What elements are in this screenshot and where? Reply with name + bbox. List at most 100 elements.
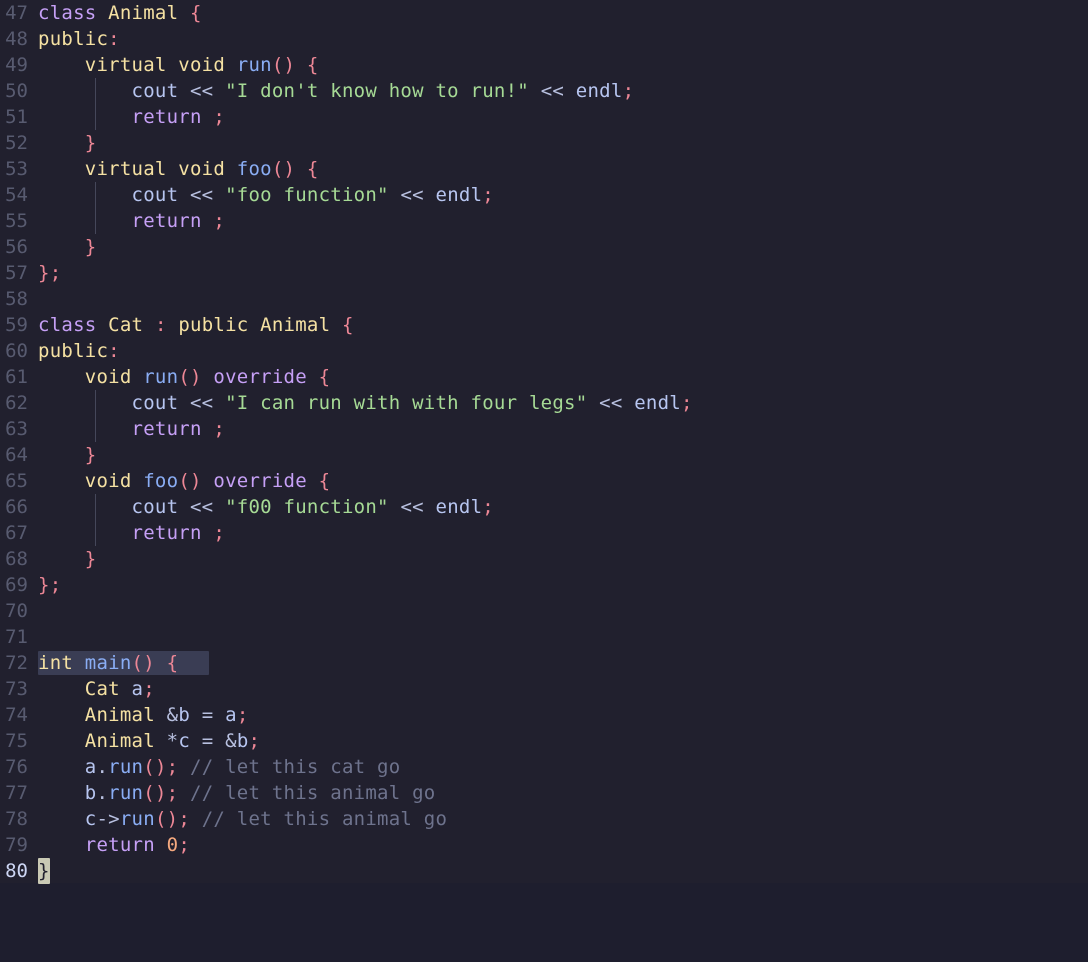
line-number: 53 xyxy=(5,158,28,180)
line-number: 73 xyxy=(5,678,28,700)
line-content: cout << "foo function" << endl; xyxy=(131,184,494,206)
line-content: return ; xyxy=(131,106,226,128)
line-content: return ; xyxy=(131,418,226,440)
line-number: 78 xyxy=(5,808,28,830)
line-content: Cat a; xyxy=(84,678,155,700)
line-number: 58 xyxy=(5,288,28,310)
code-line[interactable]: 71 xyxy=(0,624,1088,650)
text-cursor[interactable]: } xyxy=(38,858,50,884)
line-number: 70 xyxy=(5,600,28,622)
line-number: 52 xyxy=(5,132,28,154)
code-line[interactable]: 65 void foo() override { xyxy=(0,468,1088,494)
line-number: 76 xyxy=(5,756,28,778)
line-content: } xyxy=(38,858,50,884)
code-line[interactable]: 72 int main() { xyxy=(0,650,1088,676)
line-content: return ; xyxy=(131,210,226,232)
line-content: cout << "I can run with with four legs" … xyxy=(131,392,693,414)
code-line[interactable]: 73 Cat a; xyxy=(0,676,1088,702)
code-line[interactable]: 61 void run() override { xyxy=(0,364,1088,390)
line-number: 69 xyxy=(5,574,28,596)
line-number: 75 xyxy=(5,730,28,752)
code-line[interactable]: 79 return 0; xyxy=(0,832,1088,858)
line-number: 65 xyxy=(5,470,28,492)
line-content: class Cat : public Animal { xyxy=(38,314,354,336)
line-content: cout << "f00 function" << endl; xyxy=(131,496,494,518)
code-line[interactable]: 59 class Cat : public Animal { xyxy=(0,312,1088,338)
line-number: 61 xyxy=(5,366,28,388)
line-number: 60 xyxy=(5,340,28,362)
code-line[interactable]: 58 xyxy=(0,286,1088,312)
line-content: void run() override { xyxy=(84,366,331,388)
line-content: virtual void foo() { xyxy=(84,158,319,180)
line-number: 51 xyxy=(5,106,28,128)
line-number: 57 xyxy=(5,262,28,284)
line-content: int main() { xyxy=(38,652,179,674)
line-content: return ; xyxy=(131,522,226,544)
line-content: virtual void run() { xyxy=(84,54,319,76)
line-content: return 0; xyxy=(84,834,191,856)
line-content: void foo() override { xyxy=(84,470,331,492)
line-content: class Animal { xyxy=(38,2,202,24)
code-line[interactable]: 54 cout << "foo function" << endl; xyxy=(0,182,1088,208)
line-number: 55 xyxy=(5,210,28,232)
line-number: 68 xyxy=(5,548,28,570)
line-content: Animal *c = &b; xyxy=(84,730,261,752)
line-content: a.run(); // let this cat go xyxy=(84,756,401,778)
code-line[interactable]: 76 a.run(); // let this cat go xyxy=(0,754,1088,780)
line-number: 59 xyxy=(5,314,28,336)
code-line[interactable]: 51 return ; xyxy=(0,104,1088,130)
code-line[interactable]: 63 return ; xyxy=(0,416,1088,442)
line-number: 48 xyxy=(5,28,28,50)
line-number: 54 xyxy=(5,184,28,206)
line-number: 74 xyxy=(5,704,28,726)
line-number: 47 xyxy=(5,2,28,24)
line-number: 49 xyxy=(5,54,28,76)
line-content: public: xyxy=(38,28,120,50)
line-number-current: 80 xyxy=(5,860,28,882)
code-line[interactable]: 56 } xyxy=(0,234,1088,260)
code-line[interactable]: 50 cout << "I don't know how to run!" <<… xyxy=(0,78,1088,104)
code-line[interactable]: 53 virtual void foo() { xyxy=(0,156,1088,182)
line-number: 56 xyxy=(5,236,28,258)
code-line[interactable]: 62 cout << "I can run with with four leg… xyxy=(0,390,1088,416)
code-line[interactable]: 77 b.run(); // let this animal go xyxy=(0,780,1088,806)
line-number: 79 xyxy=(5,834,28,856)
code-line[interactable]: 75 Animal *c = &b; xyxy=(0,728,1088,754)
code-line[interactable]: 80 } xyxy=(0,858,1088,884)
code-line[interactable]: 68 } xyxy=(0,546,1088,572)
line-number: 63 xyxy=(5,418,28,440)
line-number: 62 xyxy=(5,392,28,414)
code-line[interactable]: 52 } xyxy=(0,130,1088,156)
code-line[interactable]: 57 }; xyxy=(0,260,1088,286)
line-content: } xyxy=(84,132,97,154)
code-line[interactable]: 55 return ; xyxy=(0,208,1088,234)
line-number: 66 xyxy=(5,496,28,518)
line-content: cout << "I don't know how to run!" << en… xyxy=(131,80,635,102)
code-line[interactable]: 74 Animal &b = a; xyxy=(0,702,1088,728)
line-number: 64 xyxy=(5,444,28,466)
line-number: 72 xyxy=(5,652,28,674)
code-line[interactable]: 64 } xyxy=(0,442,1088,468)
line-content: } xyxy=(84,548,97,570)
line-number: 67 xyxy=(5,522,28,544)
code-editor[interactable]: 47 class Animal { 48 public: 49 virtual … xyxy=(0,0,1088,884)
code-line[interactable]: 70 xyxy=(0,598,1088,624)
line-content: Animal &b = a; xyxy=(84,704,249,726)
line-content: }; xyxy=(38,574,62,596)
line-content: b.run(); // let this animal go xyxy=(84,782,436,804)
code-line[interactable]: 66 cout << "f00 function" << endl; xyxy=(0,494,1088,520)
code-line[interactable]: 67 return ; xyxy=(0,520,1088,546)
line-content: c->run(); // let this animal go xyxy=(84,808,448,830)
code-line[interactable]: 47 class Animal { xyxy=(0,0,1088,26)
line-number: 77 xyxy=(5,782,28,804)
line-content: } xyxy=(84,236,97,258)
code-line[interactable]: 69 }; xyxy=(0,572,1088,598)
line-content: } xyxy=(84,444,97,466)
code-line[interactable]: 60 public: xyxy=(0,338,1088,364)
line-content: }; xyxy=(38,262,62,284)
code-line[interactable]: 49 virtual void run() { xyxy=(0,52,1088,78)
code-line[interactable]: 48 public: xyxy=(0,26,1088,52)
line-number: 71 xyxy=(5,626,28,648)
line-content: public: xyxy=(38,340,120,362)
code-line[interactable]: 78 c->run(); // let this animal go xyxy=(0,806,1088,832)
